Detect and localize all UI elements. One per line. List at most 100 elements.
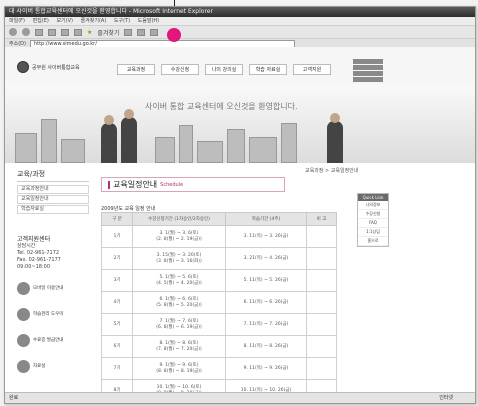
study-period: 3. 11(목) ~ 3. 26(금) — [243, 233, 289, 239]
home-icon[interactable] — [61, 28, 69, 36]
menu-bar: 파일(F) 편집(E) 보기(V) 즐겨찾기(A) 도구(T) 도움말(H) — [5, 17, 475, 26]
menu-view[interactable]: 보기(V) — [56, 18, 73, 24]
menu-favorites[interactable]: 즐겨찾기(A) — [81, 18, 107, 24]
nav-tab-resources[interactable]: 학습 자료실 — [249, 64, 287, 75]
building-graphic — [41, 119, 57, 163]
site-logo[interactable]: 공무원 사이버통합교육 — [17, 61, 80, 73]
person-head-graphic — [124, 109, 134, 119]
person-graphic — [121, 117, 137, 163]
table-row: 7기 9. 1(월) ~ 9. 6(토) (8. 8(월) ~ 8. 19(금)) 9… — [101, 357, 337, 380]
quick-link[interactable] — [353, 77, 383, 82]
logo-text: 공무원 사이버통합교육 — [32, 64, 80, 71]
sidebar-title: 교육/과정 — [17, 169, 89, 182]
contact-box: 고객지원센터 상담시간 Tel. 02-961-7172 Fax. 02-961… — [17, 236, 89, 271]
apply-period: 3. 1(월) ~ 3. 6(토) — [159, 230, 199, 236]
side-banner-label: 자료실 — [33, 364, 46, 369]
side-banner-archive[interactable]: 자료실 — [17, 357, 89, 375]
apply-period: 6. 1(월) ~ 6. 6(토) — [159, 296, 199, 302]
menu-edit[interactable]: 편집(E) — [33, 18, 49, 24]
mail-icon[interactable] — [137, 28, 146, 36]
favorites-button[interactable]: 즐겨찾기 — [97, 28, 119, 37]
menu-tools[interactable]: 도구(T) — [114, 18, 130, 24]
column-header: 수강신청기간 (1차승인/2차승인) — [132, 212, 226, 226]
apply-period: 9. 1(월) ~ 9. 6(토) — [159, 362, 199, 368]
apply-period-secondary: (2. 8(월) ~ 2. 19(금)) — [156, 236, 202, 242]
nav-tab-my-classroom[interactable]: 나의 강의실 — [205, 64, 243, 75]
left-sidebar: 교육/과정 교육과정안내 교육일정안내 학습자료실 고객지원센터 상담시간 Te… — [17, 169, 89, 375]
contact-line: Tel. 02-961-7172 — [17, 250, 60, 256]
side-banner-certificate[interactable]: 수료증 발급안내 — [17, 331, 89, 349]
quick-box-item[interactable]: 나의정보 — [358, 201, 388, 210]
quick-link[interactable] — [353, 65, 383, 70]
term-cell: 3기 — [113, 277, 121, 283]
page-title-box: 교육일정안내 Schedule — [101, 177, 285, 192]
web-page: 공무원 사이버통합교육 교육과정 수강신청 나의 강의실 학습 자료실 고객지원 — [5, 47, 475, 403]
status-text: 완료 — [9, 395, 19, 401]
building-graphic — [15, 133, 37, 163]
archive-icon — [17, 359, 30, 373]
browser-window: 대 사이버 통합교육센터에 오신것을 환영합니다 - Microsoft Int… — [4, 6, 476, 404]
side-banner-label: 수료증 발급안내 — [33, 338, 64, 343]
refresh-icon[interactable] — [48, 28, 56, 36]
forward-icon[interactable] — [22, 28, 30, 36]
address-label: 주소(D) — [9, 41, 26, 47]
side-banner-helper[interactable]: 학습관리 도우미 — [17, 305, 89, 323]
quick-box-item[interactable]: 수강신청 — [358, 210, 388, 219]
logo-emblem-icon — [17, 61, 29, 73]
term-cell: 5기 — [113, 321, 121, 327]
nav-tab-courses[interactable]: 교육과정 — [117, 64, 155, 75]
zone-text: 인터넷 — [439, 395, 453, 401]
quick-link[interactable] — [353, 59, 383, 64]
person-graphic — [327, 121, 343, 163]
study-period: 5. 11(목) ~ 5. 26(금) — [243, 277, 289, 283]
banner-welcome-text: 사이버 통합 교육센터에 오신것을 환영합니다. — [145, 102, 298, 111]
menu-help[interactable]: 도움말(H) — [138, 18, 159, 24]
stop-icon[interactable] — [35, 28, 43, 36]
quick-link[interactable] — [353, 71, 383, 76]
title-accent-bar — [108, 180, 110, 189]
term-cell: 2기 — [113, 255, 121, 261]
side-banner-mobile[interactable]: 모바일 이용안내 — [17, 279, 89, 297]
table-header-row: 구 분 수강신청기간 (1차승인/2차승인) 학습기간 (4주) 비 고 — [101, 212, 337, 226]
sidebar-item-resources[interactable]: 학습자료실 — [17, 205, 89, 214]
nav-tab-support[interactable]: 고객지원 — [293, 64, 331, 75]
back-icon[interactable] — [9, 28, 17, 36]
person-head-graphic — [104, 115, 114, 125]
table-row: 4기 6. 1(월) ~ 6. 6(토) (5. 8(월) ~ 5. 20(금)) 6… — [101, 291, 337, 314]
sidebar-item-course-info[interactable]: 교육과정안내 — [17, 185, 89, 194]
quick-menu — [353, 59, 383, 83]
apply-period: 10. 1(월) ~ 10. 6(토) — [156, 384, 202, 390]
term-cell: 6기 — [113, 343, 121, 349]
quick-box-item[interactable]: FAQ — [358, 219, 388, 228]
sidebar-item-schedule[interactable]: 교육일정안내 — [17, 195, 89, 204]
menu-file[interactable]: 파일(F) — [9, 18, 25, 24]
term-cell: 1기 — [113, 233, 121, 239]
table-row: 3기 5. 1(월) ~ 5. 6(토) (4. 5(월) ~ 4. 20(금)) 5… — [101, 269, 337, 292]
table-row: 1기 3. 1(월) ~ 3. 6(토) (2. 8(월) ~ 2. 19(금)) 3… — [101, 225, 337, 248]
breadcrumb: 교육과정 > 교육일정안내 — [305, 168, 359, 174]
search-icon[interactable] — [74, 28, 82, 36]
quick-box-item[interactable]: 1:1상담 — [358, 228, 388, 237]
page-title-english: Schedule — [160, 181, 184, 188]
mobile-icon — [17, 281, 30, 295]
study-period: 7. 11(목) ~ 7. 26(금) — [243, 321, 289, 327]
quick-box-item[interactable]: 홈으로 — [358, 237, 388, 246]
contact-line: 09:00~18:00 — [17, 264, 51, 270]
page-title: 교육일정안내 — [113, 180, 158, 189]
building-graphic — [281, 123, 297, 163]
building-graphic — [179, 125, 193, 163]
favorites-star-icon[interactable]: ★ — [87, 29, 92, 36]
history-icon[interactable] — [124, 28, 133, 36]
nav-tab-apply[interactable]: 수강신청 — [161, 64, 199, 75]
building-graphic — [227, 129, 245, 163]
apply-period-secondary: (4. 5(월) ~ 4. 20(금)) — [156, 280, 202, 286]
window-title: 대 사이버 통합교육센터에 오신것을 환영합니다 - Microsoft Int… — [5, 7, 475, 17]
hero-banner: 사이버 통합 교육센터에 오신것을 환영합니다. — [5, 85, 475, 163]
column-header: 구 분 — [101, 212, 133, 226]
apply-period-secondary: (7. 8(월) ~ 7. 20(금)) — [156, 346, 202, 352]
apply-period-secondary: (5. 8(월) ~ 5. 20(금)) — [156, 302, 202, 308]
term-cell: 7기 — [113, 365, 121, 371]
browser-toolbar: ★ 즐겨찾기 — [5, 26, 475, 39]
print-icon[interactable] — [150, 28, 159, 36]
table-row: 6기 8. 1(월) ~ 8. 6(토) (7. 8(월) ~ 7. 20(금)) 8… — [101, 335, 337, 358]
